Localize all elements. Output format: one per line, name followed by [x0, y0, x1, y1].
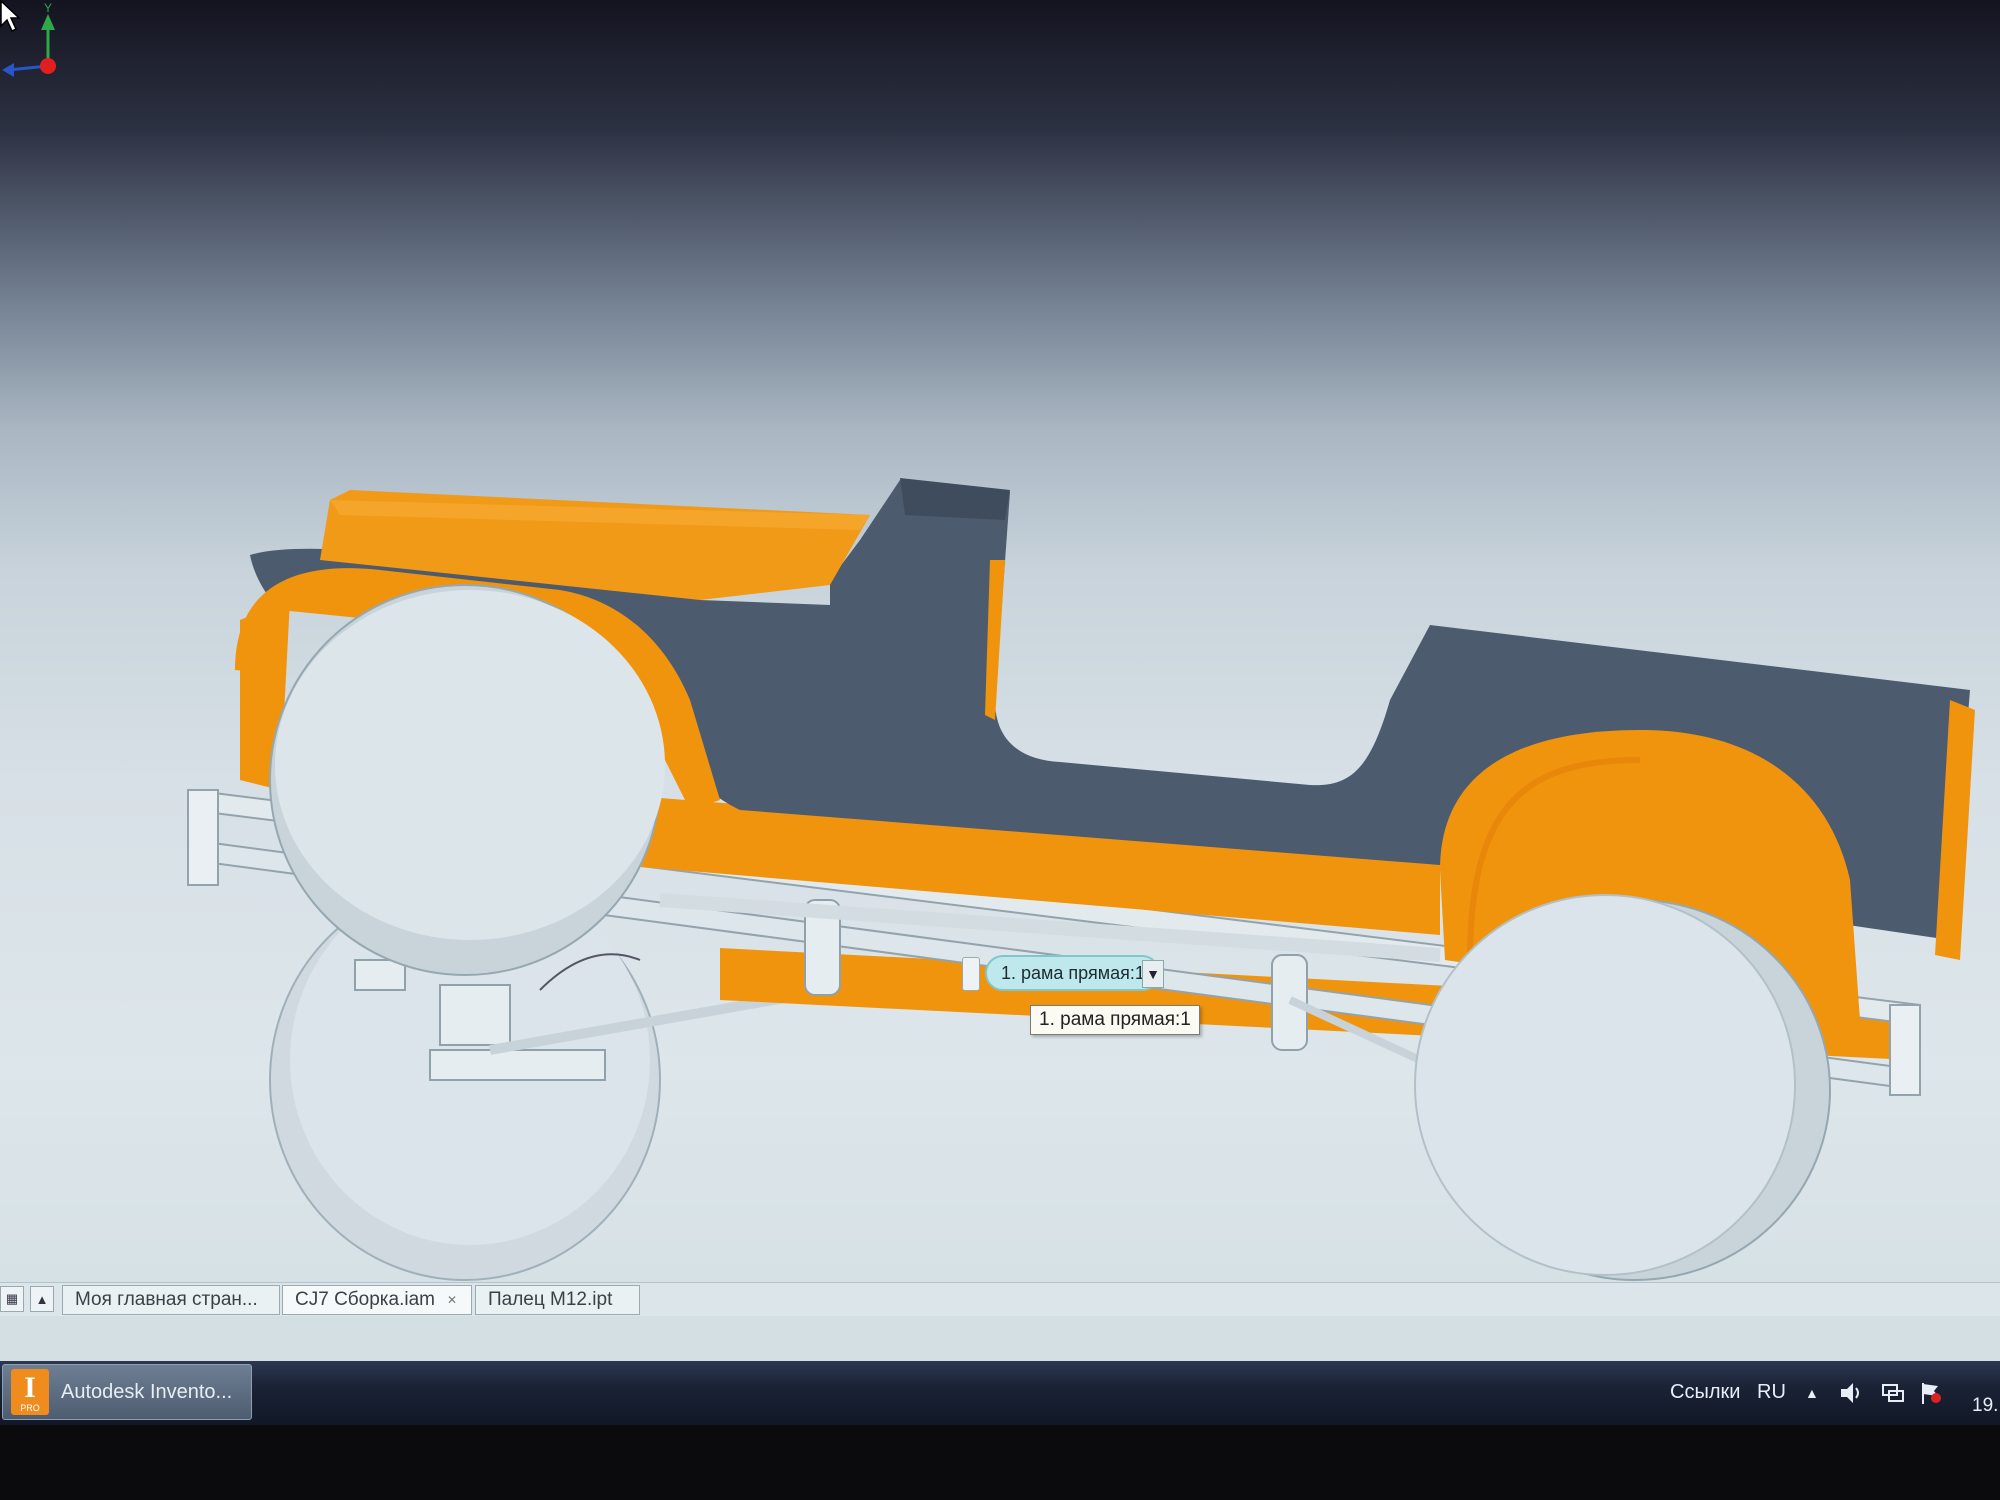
wheel-front-left[interactable] [269, 584, 665, 976]
graphics-viewport[interactable]: 1. рама прямая:1 ▼ 1. рама прямая:1 Y [0, 0, 2000, 1285]
monitor-bezel [0, 1425, 2000, 1500]
app-icon-letter: I [24, 1371, 36, 1404]
arrow-up-icon[interactable]: ▲ [30, 1286, 54, 1312]
app-icon-edition: PRO [20, 1403, 40, 1413]
selection-grip[interactable] [962, 957, 980, 991]
language-indicator[interactable]: RU [1757, 1381, 1786, 1404]
volume-icon[interactable] [1838, 1380, 1864, 1406]
windshield-frame[interactable] [900, 478, 1010, 520]
windows-taskbar: I PRO Autodesk Invento... Ссылки RU ▲ 19… [0, 1361, 2000, 1425]
triad-y-label: Y [44, 1, 52, 15]
network-icon[interactable] [1880, 1380, 1906, 1406]
tab-label: Моя главная стран... [75, 1289, 258, 1310]
view-triad-icon[interactable]: Y [0, 0, 70, 90]
links-toolbar[interactable]: Ссылки [1670, 1381, 1740, 1404]
tab-palets-m12[interactable]: Палец M12.ipt [475, 1285, 640, 1315]
document-tab-bar: ▦ ▲ Моя главная стран... CJ7 Сборка.iam ✕… [0, 1282, 2000, 1318]
tab-cj7-assembly[interactable]: CJ7 Сборка.iam ✕ [282, 1285, 472, 1315]
wheel-rear-left[interactable] [1414, 894, 1831, 1281]
component-tooltip: 1. рама прямая:1 [1030, 1005, 1200, 1035]
tab-label: CJ7 Сборка.iam [295, 1289, 435, 1310]
selection-dropdown-button[interactable]: ▼ [1142, 960, 1164, 988]
show-hidden-icons-arrow[interactable]: ▲ [1805, 1385, 1819, 1401]
screen: 1. рама прямая:1 ▼ 1. рама прямая:1 Y ▦ … [0, 0, 2000, 1425]
taskbar-inventor-button[interactable]: I PRO Autodesk Invento... [2, 1364, 252, 1420]
close-icon[interactable]: ✕ [447, 1293, 457, 1307]
tile-windows-icon[interactable]: ▦ [0, 1286, 24, 1312]
chevron-down-icon: ▼ [1146, 966, 1160, 982]
taskbar-app-label: Autodesk Invento... [61, 1380, 233, 1403]
action-center-flag-icon[interactable] [1918, 1380, 1944, 1406]
selection-pill-label: 1. рама прямая:1 [1001, 962, 1145, 983]
tab-label: Палец M12.ipt [488, 1289, 613, 1310]
clock[interactable]: 19. [1972, 1395, 1998, 1417]
inventor-app-icon: I PRO [11, 1369, 49, 1415]
selection-pill[interactable]: 1. рама прямая:1 [985, 955, 1160, 991]
tab-home[interactable]: Моя главная стран... [62, 1285, 280, 1315]
status-bar [0, 1316, 2000, 1362]
jeep-model[interactable] [0, 0, 2000, 1285]
